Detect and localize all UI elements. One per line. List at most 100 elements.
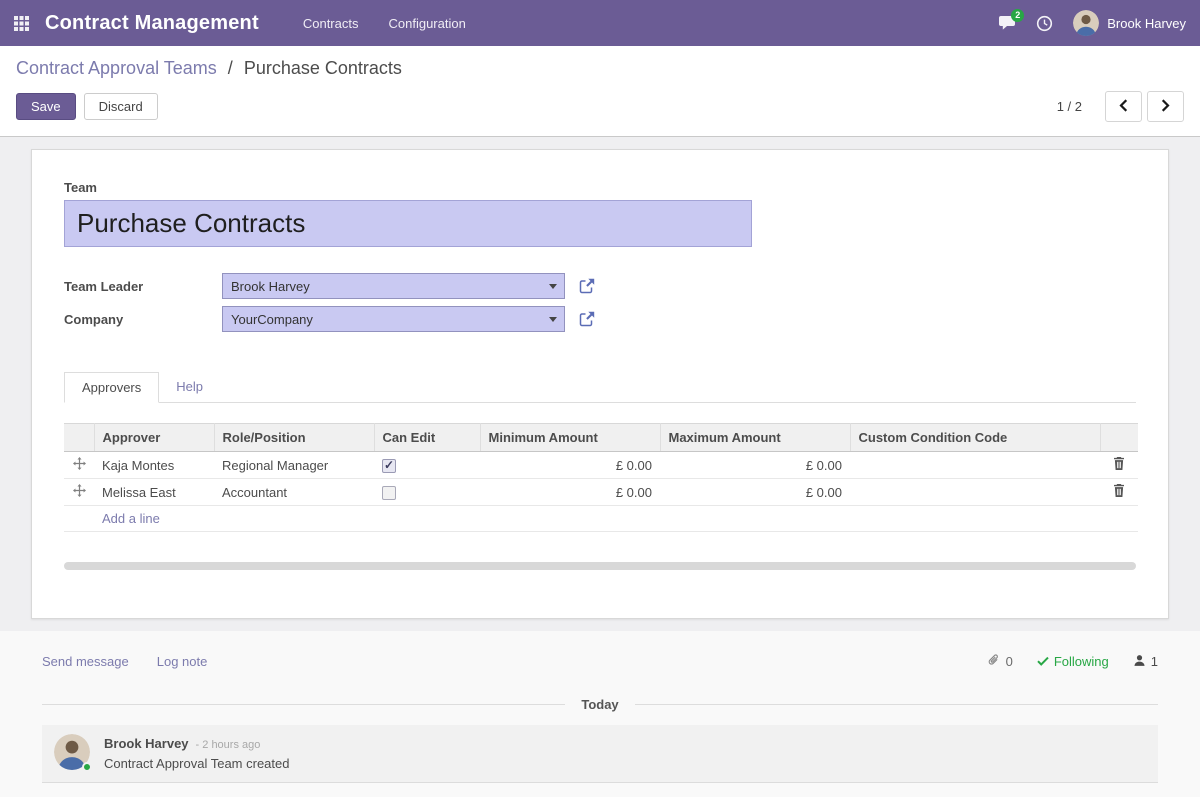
header-max-amount: Maximum Amount (660, 424, 850, 452)
breadcrumb-separator: / (228, 58, 233, 78)
team-name-input[interactable] (64, 200, 752, 247)
pager-next-button[interactable] (1147, 91, 1184, 122)
drag-handle[interactable] (64, 479, 94, 506)
message-timestamp: - 2 hours ago (196, 739, 261, 751)
header-delete (1100, 424, 1138, 452)
company-row: Company YourCompany (64, 306, 1136, 332)
message-content: Brook Harvey - 2 hours ago Contract Appr… (104, 734, 289, 771)
delete-row-button[interactable] (1100, 452, 1138, 479)
company-select[interactable]: YourCompany (222, 306, 565, 332)
custom-code-cell[interactable] (850, 452, 1100, 479)
breadcrumb-parent-link[interactable]: Contract Approval Teams (16, 58, 217, 78)
pager-count: 1 / 2 (1057, 99, 1082, 114)
header-custom-code: Custom Condition Code (850, 424, 1100, 452)
user-name: Brook Harvey (1107, 16, 1186, 31)
drag-handle-icon (73, 485, 86, 500)
caret-down-icon (549, 284, 557, 289)
app-title[interactable]: Contract Management (45, 12, 259, 35)
company-external-link-icon[interactable] (579, 311, 595, 327)
can-edit-cell (374, 452, 480, 479)
approver-cell[interactable]: Kaja Montes (94, 452, 214, 479)
check-icon (1037, 654, 1049, 669)
min-amount-cell[interactable]: £ 0.00 (480, 479, 660, 506)
delete-row-button[interactable] (1100, 479, 1138, 506)
attachment-count: 0 (1006, 654, 1013, 669)
divider-line (635, 704, 1158, 705)
user-menu[interactable]: Brook Harvey (1073, 10, 1186, 36)
breadcrumb-current: Purchase Contracts (244, 58, 402, 78)
can-edit-checkbox[interactable] (382, 459, 396, 473)
header-min-amount: Minimum Amount (480, 424, 660, 452)
team-leader-value: Brook Harvey (231, 279, 310, 294)
message-item: Brook Harvey - 2 hours ago Contract Appr… (42, 725, 1158, 783)
save-button[interactable]: Save (16, 93, 76, 120)
trash-icon (1113, 485, 1125, 500)
tab-help[interactable]: Help (159, 372, 220, 402)
team-leader-row: Team Leader Brook Harvey (64, 273, 1136, 299)
tab-approvers[interactable]: Approvers (64, 372, 159, 403)
team-leader-select[interactable]: Brook Harvey (222, 273, 565, 299)
role-cell[interactable]: Regional Manager (214, 452, 374, 479)
min-amount-cell[interactable]: £ 0.00 (480, 452, 660, 479)
activity-clock-icon[interactable] (1036, 15, 1053, 32)
attachment-icon (987, 653, 1001, 670)
apps-grid-icon[interactable] (14, 16, 29, 31)
pager-previous-button[interactable] (1105, 91, 1142, 122)
message-author[interactable]: Brook Harvey (104, 736, 189, 751)
top-navbar: Contract Management Contracts Configurat… (0, 0, 1200, 46)
control-panel-buttons: Save Discard 1 / 2 (16, 91, 1184, 122)
chevron-right-icon (1161, 99, 1170, 115)
form-sheet: Team Team Leader Brook Harvey Company Yo… (31, 149, 1169, 619)
custom-code-cell[interactable] (850, 479, 1100, 506)
role-cell[interactable]: Accountant (214, 479, 374, 506)
horizontal-scrollbar[interactable] (64, 562, 1136, 570)
caret-down-icon (549, 317, 557, 322)
header-drag-handle (64, 424, 94, 452)
followers-button[interactable]: 1 (1133, 654, 1158, 670)
table-row: Kaja Montes Regional Manager £ 0.00 £ 0.… (64, 452, 1138, 479)
breadcrumb: Contract Approval Teams / Purchase Contr… (16, 58, 1184, 79)
drag-handle[interactable] (64, 452, 94, 479)
send-message-button[interactable]: Send message (42, 654, 129, 669)
following-button[interactable]: Following (1037, 654, 1109, 669)
chatter: Send message Log note 0 Following 1 Tod (0, 631, 1200, 797)
message-avatar (54, 734, 90, 770)
max-amount-cell[interactable]: £ 0.00 (660, 479, 850, 506)
followers-icon (1133, 654, 1146, 670)
navbar-right: 2 Brook Harvey (998, 10, 1186, 36)
form-zone: Team Team Leader Brook Harvey Company Yo… (0, 137, 1200, 631)
menu-contracts[interactable]: Contracts (303, 16, 359, 31)
max-amount-cell[interactable]: £ 0.00 (660, 452, 850, 479)
add-a-line-link[interactable]: Add a line (102, 511, 160, 526)
header-approver: Approver (94, 424, 214, 452)
header-can-edit: Can Edit (374, 424, 480, 452)
trash-icon (1113, 458, 1125, 473)
presence-dot (82, 762, 92, 772)
messages-icon[interactable]: 2 (998, 15, 1016, 31)
discard-button[interactable]: Discard (84, 93, 158, 120)
messages-badge: 2 (1011, 9, 1024, 22)
header-role: Role/Position (214, 424, 374, 452)
team-label: Team (64, 180, 1136, 195)
table-header-row: Approver Role/Position Can Edit Minimum … (64, 424, 1138, 452)
chevron-left-icon (1119, 99, 1128, 115)
approvers-table: Approver Role/Position Can Edit Minimum … (64, 423, 1138, 532)
date-divider: Today (42, 697, 1158, 712)
drag-handle-icon (73, 458, 86, 473)
divider-line (42, 704, 565, 705)
approver-cell[interactable]: Melissa East (94, 479, 214, 506)
control-panel: Contract Approval Teams / Purchase Contr… (0, 46, 1200, 137)
attachments-button[interactable]: 0 (987, 653, 1013, 670)
log-note-button[interactable]: Log note (157, 654, 208, 669)
team-leader-label: Team Leader (64, 279, 222, 294)
can-edit-cell (374, 479, 480, 506)
team-leader-external-link-icon[interactable] (579, 278, 595, 294)
date-divider-label: Today (581, 697, 618, 712)
company-label: Company (64, 312, 222, 327)
menu-configuration[interactable]: Configuration (388, 16, 465, 31)
can-edit-checkbox[interactable] (382, 486, 396, 500)
add-line-row: Add a line (64, 506, 1138, 532)
app-window: Contract Management Contracts Configurat… (0, 0, 1200, 797)
chatter-right-tools: 0 Following 1 (987, 653, 1158, 670)
notebook-tabs: Approvers Help (64, 372, 1136, 403)
